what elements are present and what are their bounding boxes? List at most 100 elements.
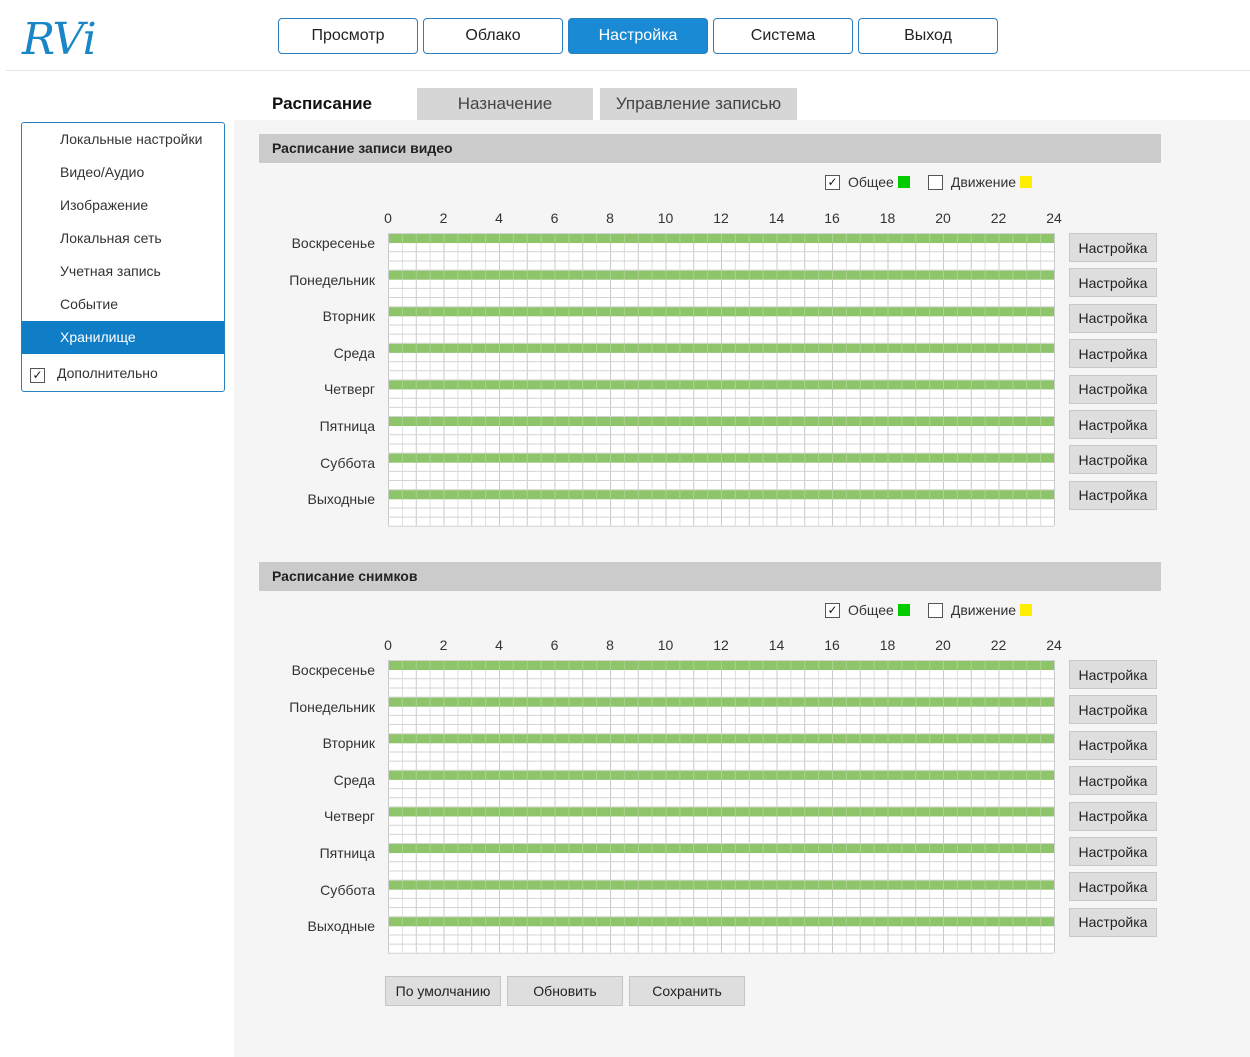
day-config-button[interactable]: Настройка [1069,233,1157,262]
day-label: Понедельник [289,271,375,288]
day-config-button[interactable]: Настройка [1069,801,1157,831]
day-label: Четверг [323,808,375,825]
hour-tick-label: 18 [879,210,896,226]
day-config-button[interactable]: Настройка [1069,268,1157,298]
day-label: Воскресенье [291,235,375,251]
nav-logout[interactable]: Выход [858,18,998,54]
day-config-button[interactable]: Настройка [1069,660,1157,689]
sidebar-item-network[interactable]: Локальная сеть [22,222,224,255]
schedule-grid[interactable] [388,233,1056,528]
hour-tick-label: 12 [713,210,729,226]
general-color-swatch [897,176,910,188]
nav-system[interactable]: Система [713,18,853,54]
day-config-button[interactable]: Настройка [1069,303,1157,333]
hour-tick-label: 8 [606,210,614,226]
hour-tick-label: 4 [495,210,503,226]
motion-checkbox[interactable] [927,602,943,618]
video-schedule-header: Расписание записи видео [259,134,1161,163]
hour-tick-label: 14 [768,637,785,653]
schedule-grid[interactable] [388,660,1056,955]
snapshot-schedule-header: Расписание снимков [259,562,1161,591]
day-label: Пятница [319,418,375,434]
tab-schedule[interactable]: Расписание [234,88,410,120]
hour-tick-label: 22 [990,210,1007,226]
tab-bar: Расписание Назначение Управление записью [234,82,1250,120]
motion-color-swatch [1020,604,1033,616]
general-checkbox[interactable]: ✓ [825,602,840,618]
refresh-button[interactable]: Обновить [507,976,623,1006]
day-config-button[interactable]: Настройка [1069,695,1157,725]
motion-color-swatch [1020,176,1033,188]
hour-tick-label: 24 [1046,637,1062,653]
hour-tick-label: 24 [1046,210,1062,226]
sidebar-item-local-settings[interactable]: Локальные настройки [22,123,224,156]
motion-label: Движение [950,602,1017,618]
hour-tick-label: 12 [713,637,729,653]
day-label: Пятница [319,845,375,861]
day-config-button[interactable]: Настройка [1069,480,1157,510]
hour-tick-label: 20 [935,637,951,653]
advanced-label[interactable]: Дополнительно [57,365,158,381]
nav-cloud[interactable]: Облако [423,18,563,54]
sidebar-item-event[interactable]: Событие [22,288,224,321]
day-config-button[interactable]: Настройка [1069,374,1157,404]
day-label: Среда [333,344,375,361]
general-checkbox[interactable]: ✓ [825,174,840,190]
motion-label: Движение [950,174,1017,190]
save-button[interactable]: Сохранить [629,976,745,1006]
hour-tick-label: 20 [935,210,951,226]
settings-sidebar: Локальные настройки Видео/Аудио Изображе… [21,122,225,392]
nav-view[interactable]: Просмотр [278,18,418,54]
hour-tick-label: 14 [768,210,785,226]
day-label: Понедельник [289,698,375,715]
nav-settings[interactable]: Настройка [568,18,708,54]
tab-destination[interactable]: Назначение [417,88,593,120]
day-config-button[interactable]: Настройка [1069,837,1157,866]
hour-tick-label: 2 [439,637,448,653]
rvi-logo: RVi [22,14,97,65]
video-schedule-legend: ✓ Общее Движение [825,174,1033,190]
day-config-button[interactable]: Настройка [1069,872,1157,902]
hour-tick-label: 8 [606,637,614,653]
day-label: Среда [333,771,375,788]
sidebar-item-video-audio[interactable]: Видео/Аудио [22,156,224,189]
hour-tick-label: 22 [990,637,1007,653]
general-label: Общее [848,602,894,618]
snapshot-schedule-legend: ✓ Общее Движение [825,602,1033,618]
hour-tick-label: 0 [384,210,392,226]
motion-checkbox[interactable] [927,174,943,190]
general-label: Общее [848,174,894,190]
day-label: Четверг [323,381,375,398]
hour-tick-label: 6 [550,210,559,226]
sidebar-item-image[interactable]: Изображение [22,189,224,222]
advanced-checkbox[interactable]: ✓ [30,368,45,383]
hour-tick-label: 16 [824,637,840,653]
day-config-button[interactable]: Настройка [1069,410,1157,439]
default-button[interactable]: По умолчанию [385,976,501,1006]
day-label: Вторник [322,735,375,752]
day-label: Суббота [320,454,375,471]
hour-tick-label: 10 [657,210,674,226]
general-color-swatch [897,604,910,616]
day-config-button[interactable]: Настройка [1069,766,1157,796]
hour-tick-label: 0 [384,637,392,653]
hour-tick-label: 6 [550,637,559,653]
day-label: Воскресенье [291,662,375,678]
header-divider [6,70,1250,71]
sidebar-item-account[interactable]: Учетная запись [22,255,224,288]
tab-record-control[interactable]: Управление записью [600,88,797,120]
day-label: Суббота [320,881,375,898]
day-label: Выходные [307,491,375,508]
day-config-button[interactable]: Настройка [1069,445,1157,475]
day-label: Вторник [322,308,375,325]
day-config-button[interactable]: Настройка [1069,730,1157,760]
hour-tick-label: 2 [439,210,448,226]
hour-tick-label: 18 [879,637,896,653]
sidebar-item-storage[interactable]: Хранилище [22,321,224,354]
day-label: Выходные [307,918,375,935]
hour-tick-label: 4 [495,637,503,653]
day-config-button[interactable]: Настройка [1069,907,1157,937]
hour-tick-label: 10 [657,637,674,653]
top-navigation: Просмотр Облако Настройка Система Выход [278,18,998,54]
day-config-button[interactable]: Настройка [1069,339,1157,369]
